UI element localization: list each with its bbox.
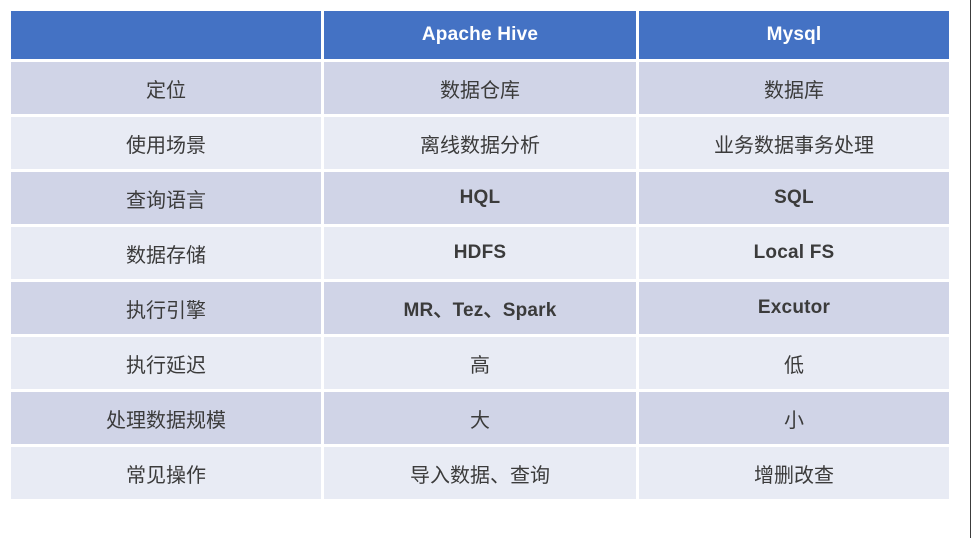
cell-apache-hive: HQL (324, 172, 636, 224)
cell-apache-hive: 离线数据分析 (324, 117, 636, 169)
cell-attribute: 使用场景 (11, 117, 321, 169)
cell-mysql: 增删改查 (639, 447, 949, 499)
cell-mysql: 数据库 (639, 62, 949, 114)
table-body: 定位 数据仓库 数据库 使用场景 离线数据分析 业务数据事务处理 查询语言 HQL SQL 数据存… (11, 62, 949, 499)
column-header-apache-hive: Apache Hive (324, 11, 636, 59)
cell-attribute: 处理数据规模 (11, 392, 321, 444)
column-header-mysql: Mysql (639, 11, 949, 59)
cell-apache-hive: MR、Tez、Spark (324, 282, 636, 334)
cell-mysql: 业务数据事务处理 (639, 117, 949, 169)
cell-attribute: 查询语言 (11, 172, 321, 224)
cell-mysql: SQL (639, 172, 949, 224)
cell-mysql: 低 (639, 337, 949, 389)
cell-apache-hive: 高 (324, 337, 636, 389)
cell-attribute: 执行引擎 (11, 282, 321, 334)
cell-attribute: 定位 (11, 62, 321, 114)
table-header-row: Apache Hive Mysql (11, 11, 949, 59)
cell-mysql: 小 (639, 392, 949, 444)
cell-attribute: 数据存储 (11, 227, 321, 279)
hive-vs-mysql-comparison-table: Apache Hive Mysql 定位 数据仓库 数据库 使用场景 离线数据分析 业务数… (8, 8, 952, 502)
cell-attribute: 执行延迟 (11, 337, 321, 389)
cell-attribute: 常见操作 (11, 447, 321, 499)
comparison-table-container: Apache Hive Mysql 定位 数据仓库 数据库 使用场景 离线数据分析 业务数… (8, 8, 949, 502)
table-row: 数据存储 HDFS Local FS (11, 227, 949, 279)
table-row: 处理数据规模大小 (11, 392, 949, 444)
cell-apache-hive: 导入数据、查询 (324, 447, 636, 499)
table-header: Apache Hive Mysql (11, 11, 949, 59)
cell-mysql: Local FS (639, 227, 949, 279)
table-row: 执行延迟高低 (11, 337, 949, 389)
cell-apache-hive: 大 (324, 392, 636, 444)
column-header-attribute (11, 11, 321, 59)
table-row: 定位 数据仓库 数据库 (11, 62, 949, 114)
table-row: 查询语言 HQL SQL (11, 172, 949, 224)
table-row: 常见操作 导入数据、查询 增删改查 (11, 447, 949, 499)
right-edge-rule (970, 0, 971, 538)
cell-apache-hive: HDFS (324, 227, 636, 279)
table-row: 使用场景 离线数据分析 业务数据事务处理 (11, 117, 949, 169)
cell-mysql: Excutor (639, 282, 949, 334)
cell-apache-hive: 数据仓库 (324, 62, 636, 114)
table-row: 执行引擎 MR、Tez、Spark Excutor (11, 282, 949, 334)
